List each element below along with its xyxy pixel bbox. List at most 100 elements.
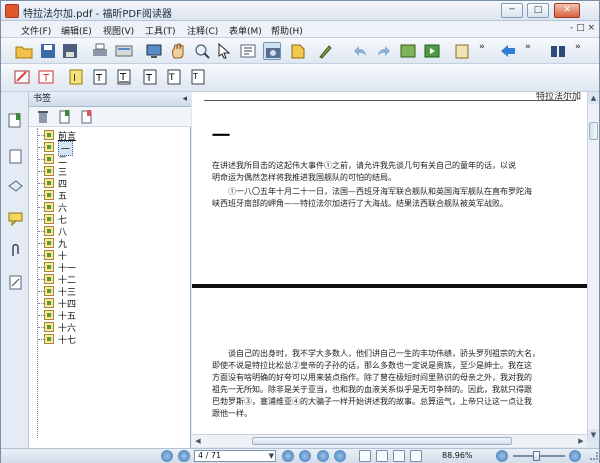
text-size-icon[interactable]: T <box>189 68 207 86</box>
bookmark-icon <box>44 178 54 188</box>
bookmark-item[interactable]: 一 <box>29 141 189 156</box>
callout-icon[interactable]: I <box>67 68 85 86</box>
scroll-right-icon[interactable]: ▶ <box>575 435 587 447</box>
page-dropdown-icon[interactable]: ▼ <box>269 451 274 461</box>
find-icon[interactable] <box>549 42 567 60</box>
scan-icon[interactable] <box>115 42 133 60</box>
bookmark-item[interactable]: 三 <box>29 166 189 178</box>
layers-panel-icon[interactable] <box>7 178 24 195</box>
zoom-out-icon[interactable] <box>496 450 508 462</box>
replace-text-icon[interactable]: T <box>141 68 159 86</box>
bookmark-item[interactable]: 五 <box>29 190 189 202</box>
bookmark-item[interactable]: 十七 <box>29 334 189 346</box>
scroll-up-icon[interactable]: ▲ <box>588 92 599 104</box>
menu-comment[interactable]: 注释(C) <box>187 24 218 37</box>
go-forward-icon[interactable] <box>334 450 346 462</box>
delete-bookmark-icon[interactable] <box>35 109 51 125</box>
bookmark-item[interactable]: 十五 <box>29 310 189 322</box>
vertical-scrollbar[interactable]: ▲ ▼ <box>587 92 599 441</box>
bookmark-item[interactable]: 二 <box>29 154 189 166</box>
menu-file[interactable]: 文件(F) <box>21 24 51 37</box>
next-page-icon[interactable] <box>282 450 294 462</box>
foxit-app-icon <box>5 4 19 18</box>
sign-icon[interactable] <box>317 42 335 60</box>
menu-edit[interactable]: 编辑(E) <box>61 24 92 37</box>
strikeout-text-icon[interactable]: T <box>91 68 109 86</box>
bookmark-item[interactable]: 十三 <box>29 286 189 298</box>
select-icon[interactable] <box>215 42 233 60</box>
add-bookmark-icon[interactable] <box>57 109 73 125</box>
typewriter-icon[interactable] <box>13 68 31 86</box>
pages-panel-icon[interactable] <box>7 148 24 165</box>
maximize-button[interactable]: □ <box>527 3 549 18</box>
undo-icon[interactable] <box>351 42 369 60</box>
back-icon[interactable] <box>499 42 517 60</box>
scroll-down-icon[interactable]: ▼ <box>588 429 599 441</box>
bookmark-item[interactable]: 十六 <box>29 322 189 334</box>
last-page-icon[interactable] <box>299 450 311 462</box>
bookmark-item[interactable]: 七 <box>29 214 189 226</box>
bookmark-item[interactable]: 十二 <box>29 274 189 286</box>
toolbar-overflow-1[interactable]: » <box>479 42 485 52</box>
image-icon[interactable] <box>399 42 417 60</box>
single-page-icon[interactable] <box>359 450 371 462</box>
clipboard-icon[interactable] <box>453 42 471 60</box>
insert-text-icon[interactable]: T <box>165 68 183 86</box>
text-box-icon[interactable]: T <box>37 68 55 86</box>
menu-view[interactable]: 视图(V) <box>103 24 134 37</box>
continuous-facing-icon[interactable] <box>410 450 422 462</box>
close-button[interactable]: ✕ <box>554 3 580 18</box>
media-icon[interactable] <box>423 42 441 60</box>
bookmark-item[interactable]: 九 <box>29 238 189 250</box>
bookmark-item[interactable]: 六 <box>29 202 189 214</box>
document-view[interactable]: 特拉法尔加 一 在讲述我所目击的这起伟大事件①之前，请允许我先谈几句有关自己的童… <box>192 92 587 441</box>
text-select-icon[interactable] <box>239 42 257 60</box>
menu-help[interactable]: 帮助(H) <box>271 24 303 37</box>
scroll-left-icon[interactable]: ◀ <box>192 435 204 447</box>
open-folder-icon[interactable] <box>15 42 33 60</box>
snapshot-icon[interactable] <box>263 42 281 60</box>
redo-icon[interactable] <box>375 42 393 60</box>
zoom-level[interactable]: 88.96% <box>442 451 473 460</box>
toolbar-overflow-3[interactable]: » <box>575 42 581 52</box>
go-back-icon[interactable] <box>317 450 329 462</box>
previous-page-icon[interactable] <box>178 450 190 462</box>
minimize-button[interactable]: ─ <box>501 3 523 18</box>
mdi-window-controls[interactable]: - □ × <box>570 23 595 33</box>
attachments-panel-icon[interactable] <box>7 242 24 259</box>
zoom-in-icon[interactable] <box>569 450 581 462</box>
save-icon[interactable] <box>39 42 57 60</box>
expand-bookmark-icon[interactable] <box>79 109 95 125</box>
menu-form[interactable]: 表单(M) <box>229 24 262 37</box>
save-as-icon[interactable] <box>61 42 79 60</box>
underline-text-icon[interactable]: T <box>115 68 133 86</box>
menu-tools[interactable]: 工具(T) <box>145 24 176 37</box>
fullscreen-icon[interactable] <box>145 42 163 60</box>
bookmark-item[interactable]: 十四 <box>29 298 189 310</box>
vertical-scroll-thumb[interactable] <box>589 122 598 140</box>
facing-page-icon[interactable] <box>393 450 405 462</box>
bookmark-item[interactable]: 四 <box>29 178 189 190</box>
bookmark-item[interactable]: 八 <box>29 226 189 238</box>
svg-text:T: T <box>95 73 103 84</box>
bookmark-item[interactable]: 前言 <box>29 130 189 142</box>
hand-tool-icon[interactable] <box>169 42 187 60</box>
zoom-icon[interactable] <box>193 42 211 60</box>
toolbar-overflow-2[interactable]: » <box>525 42 531 52</box>
zoom-slider-knob[interactable] <box>533 451 541 461</box>
rtf-export-icon[interactable] <box>289 42 307 60</box>
horizontal-scrollbar[interactable]: ◀ ▶ <box>192 434 587 447</box>
bookmark-panel-icon[interactable] <box>7 112 24 129</box>
collapse-panel-button[interactable]: ◂ <box>182 92 187 106</box>
continuous-page-icon[interactable] <box>376 450 388 462</box>
signatures-panel-icon[interactable] <box>7 274 24 291</box>
chapter-heading: 一 <box>212 126 230 147</box>
comments-panel-icon[interactable] <box>7 210 24 227</box>
bookmark-item[interactable]: 十 <box>29 250 189 262</box>
resize-grip[interactable] <box>590 452 598 460</box>
first-page-icon[interactable] <box>161 450 173 462</box>
horizontal-scroll-thumb[interactable] <box>252 437 512 445</box>
print-icon[interactable] <box>91 42 109 60</box>
page-number-field[interactable]: 4 / 71 ▼ <box>194 450 276 462</box>
bookmark-item[interactable]: 十一 <box>29 262 189 274</box>
